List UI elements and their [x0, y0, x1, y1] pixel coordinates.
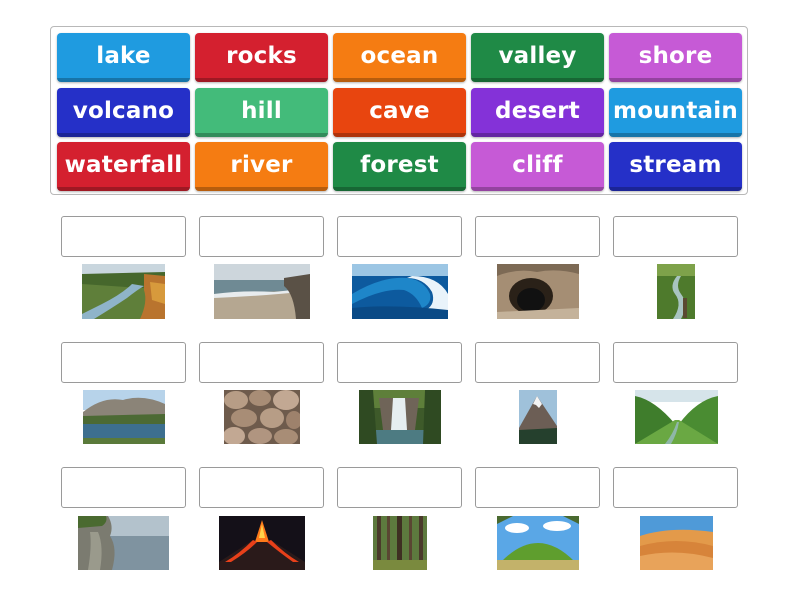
drop-zone-10[interactable] — [613, 342, 738, 383]
drop-zone-15[interactable] — [613, 467, 738, 508]
drop-zone-2[interactable] — [199, 216, 324, 257]
word-tile-desert[interactable]: desert — [471, 88, 604, 137]
drop-zone-3[interactable] — [337, 216, 462, 257]
river-photo — [82, 264, 165, 319]
word-tile-stream[interactable]: stream — [609, 142, 742, 191]
volcano-photo — [219, 516, 305, 570]
desert-photo — [640, 516, 713, 570]
word-tile-cliff[interactable]: cliff — [471, 142, 604, 191]
lake-photo — [83, 390, 165, 444]
word-tile-ocean[interactable]: ocean — [333, 33, 466, 82]
rocks-photo — [224, 390, 300, 444]
drop-zone-9[interactable] — [475, 342, 600, 383]
stream-photo — [657, 264, 695, 319]
ocean-wave-photo — [352, 264, 448, 319]
drop-zone-14[interactable] — [475, 467, 600, 508]
word-tile-hill[interactable]: hill — [195, 88, 328, 137]
word-tile-shore[interactable]: shore — [609, 33, 742, 82]
drop-zone-5[interactable] — [613, 216, 738, 257]
word-tile-lake[interactable]: lake — [57, 33, 190, 82]
waterfall-photo — [359, 390, 441, 444]
drop-zone-12[interactable] — [199, 467, 324, 508]
shore-photo — [214, 264, 310, 319]
cave-photo — [497, 264, 579, 319]
drop-zone-8[interactable] — [337, 342, 462, 383]
word-tile-waterfall[interactable]: waterfall — [57, 142, 190, 191]
drop-zone-7[interactable] — [199, 342, 324, 383]
valley-photo — [635, 390, 718, 444]
word-tile-river[interactable]: river — [195, 142, 328, 191]
mountain-photo — [519, 390, 557, 444]
word-tile-volcano[interactable]: volcano — [57, 88, 190, 137]
word-tile-mountain[interactable]: mountain — [609, 88, 742, 137]
drop-zone-4[interactable] — [475, 216, 600, 257]
drop-zone-13[interactable] — [337, 467, 462, 508]
drop-zone-6[interactable] — [61, 342, 186, 383]
word-tile-rocks[interactable]: rocks — [195, 33, 328, 82]
drop-zone-1[interactable] — [61, 216, 186, 257]
word-tile-cave[interactable]: cave — [333, 88, 466, 137]
word-tile-forest[interactable]: forest — [333, 142, 466, 191]
drop-zone-11[interactable] — [61, 467, 186, 508]
forest-photo — [373, 516, 427, 570]
word-bank: lake rocks ocean valley shore volcano hi… — [50, 26, 748, 195]
word-tile-valley[interactable]: valley — [471, 33, 604, 82]
cliff-photo — [78, 516, 169, 570]
hill-photo — [497, 516, 579, 570]
